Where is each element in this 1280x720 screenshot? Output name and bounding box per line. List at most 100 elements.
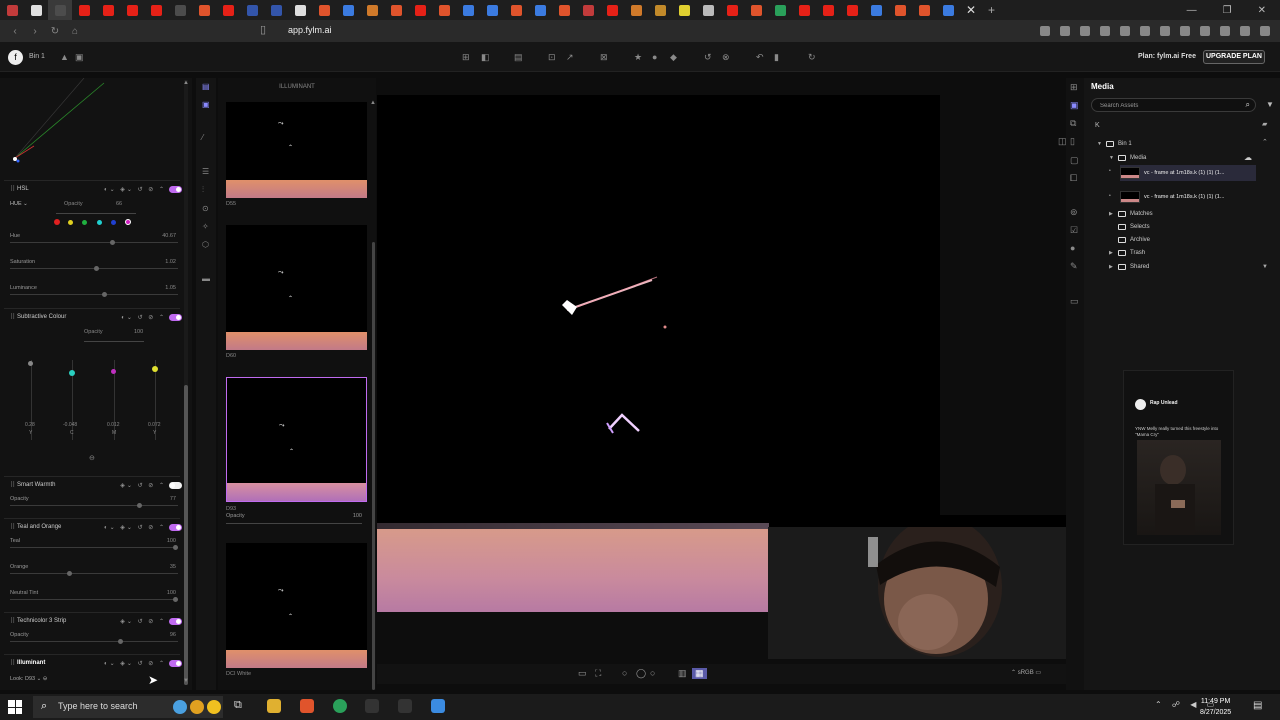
image-viewer[interactable]	[377, 95, 940, 525]
browser-tab[interactable]	[264, 0, 288, 20]
magic-icon[interactable]: ✧	[202, 222, 209, 231]
info-icon[interactable]: ●	[1070, 243, 1075, 253]
layer-hsl[interactable]: ⠿ HSL ◐⌄ ◈⌄ ↺ ⊘ ⌃	[10, 183, 182, 195]
neutral-tint-slider[interactable]: Neutral Tint 100	[10, 590, 178, 604]
browser-tab[interactable]	[744, 0, 768, 20]
crop-icon[interactable]: ⊡	[548, 52, 556, 63]
browser-tab[interactable]	[72, 0, 96, 20]
browser-tab[interactable]	[912, 0, 936, 20]
layer-smart-warmth[interactable]: ⠿ Smart Warmth ◈⌄ ↺ ⊘ ⌃	[10, 479, 182, 491]
tree-matches[interactable]: ▶ Matches	[1109, 208, 1153, 220]
expand-icon[interactable]: ▶	[1109, 211, 1114, 217]
scope-icon[interactable]: ▦	[692, 668, 707, 679]
tree-trash[interactable]: ▶ Trash	[1109, 247, 1145, 259]
slider-track[interactable]	[10, 505, 178, 506]
yellow-swatch[interactable]	[68, 220, 73, 225]
notification-icon[interactable]: ▤	[1253, 700, 1262, 711]
browser-tab[interactable]	[240, 0, 264, 20]
slider-track[interactable]	[10, 573, 178, 574]
link-icon[interactable]: ⊖	[89, 454, 95, 462]
extension-icon[interactable]	[1220, 26, 1230, 36]
circle-icon[interactable]: ●	[652, 52, 657, 62]
chat-icon[interactable]: ▢	[1070, 155, 1079, 166]
circle-large-icon[interactable]: ○	[650, 668, 655, 678]
layer-toggle[interactable]	[169, 481, 182, 489]
saturation-slider[interactable]: Saturation 1.02	[10, 259, 178, 273]
browser-tab[interactable]	[480, 0, 504, 20]
undo-icon[interactable]: ↶	[756, 52, 764, 63]
tag-icon[interactable]: ◆	[670, 52, 677, 63]
redo-icon[interactable]: ↻	[808, 52, 816, 63]
slider-knob[interactable]	[137, 503, 142, 508]
browser-tab[interactable]	[408, 0, 432, 20]
browser-tab[interactable]	[840, 0, 864, 20]
subtractive-opacity-slider[interactable]	[84, 341, 144, 342]
scroll-up-icon[interactable]: ▲	[370, 100, 376, 106]
folder-add-icon[interactable]: ▰	[1262, 120, 1267, 128]
forward-icon[interactable]: ›	[30, 26, 40, 37]
slider-track[interactable]	[10, 641, 178, 642]
smart-warmth-opacity-slider[interactable]: Opacity 77	[10, 496, 178, 510]
search-icon[interactable]: ⌕	[1246, 100, 1250, 110]
bookmark-tool-icon[interactable]: ⊗	[722, 52, 730, 63]
grid-icon[interactable]: ⊞	[462, 52, 470, 63]
hsl-mode-select[interactable]: HUE ⌄	[10, 201, 28, 207]
browser-tab[interactable]	[96, 0, 120, 20]
check-icon[interactable]: ☑	[1070, 225, 1078, 236]
chrome-icon[interactable]	[333, 699, 347, 713]
layer-toggle[interactable]	[169, 185, 182, 193]
taskbar-clock[interactable]: 11:49 PM 8/27/2025	[1200, 696, 1231, 718]
camera-icon[interactable]: ⊚	[1070, 207, 1078, 218]
back-icon[interactable]: ‹	[10, 26, 20, 37]
search-input[interactable]	[1100, 101, 1240, 110]
browser-tab[interactable]	[312, 0, 336, 20]
browser-tab[interactable]	[168, 0, 192, 20]
app-logo[interactable]: f	[8, 50, 23, 65]
close-tab-icon[interactable]: ✕	[960, 0, 982, 20]
look-opacity-slider[interactable]: Opacity 100	[226, 513, 366, 525]
project-name[interactable]: Bin 1	[29, 53, 45, 60]
layer-subtractive-colour[interactable]: ⠿ Subtractive Colour ◐⌄ ↺ ⊘ ⌃	[10, 311, 182, 323]
folder-icon[interactable]: ▤	[514, 52, 523, 63]
search-assets[interactable]: ⌕	[1091, 98, 1256, 112]
browser-tab[interactable]	[672, 0, 696, 20]
look-thumbnail[interactable]: ⤳ ⌃	[226, 225, 367, 350]
layer-toggle[interactable]	[169, 659, 182, 667]
upgrade-plan-button[interactable]: UPGRADE PLAN	[1203, 50, 1265, 64]
layers-icon[interactable]: ⧉	[1070, 118, 1076, 129]
apps-icon[interactable]: ⊞	[1070, 82, 1078, 93]
reset-icon[interactable]: ↺	[704, 52, 712, 63]
stack-icon[interactable]: ▬	[202, 274, 210, 283]
browser-tab[interactable]	[600, 0, 624, 20]
expand-icon[interactable]: ▼	[1097, 141, 1102, 147]
slider-knob[interactable]	[102, 292, 107, 297]
new-tab-icon[interactable]: +	[988, 3, 995, 17]
browser-tab[interactable]	[888, 0, 912, 20]
extension-icon[interactable]	[1260, 26, 1270, 36]
file-explorer-icon[interactable]	[267, 699, 281, 713]
task-view-icon[interactable]: ⧉	[234, 699, 242, 712]
red-swatch[interactable]	[54, 219, 60, 225]
color-space-select[interactable]: ⌃ sRGB ▭	[1011, 669, 1041, 676]
browser-tab[interactable]	[48, 0, 72, 20]
layer-toggle[interactable]	[169, 523, 182, 531]
save-icon[interactable]: ▣	[75, 52, 84, 63]
scroll-down-icon[interactable]: ▼	[1262, 264, 1268, 270]
palette-icon[interactable]: ⊙	[202, 204, 209, 213]
layer-technicolor[interactable]: ⠿ Technicolor 3 Strip ◈⌄ ↺ ⊘ ⌃	[10, 615, 182, 627]
layer-toggle[interactable]	[169, 313, 182, 321]
widget-icon[interactable]	[173, 700, 187, 714]
luminance-slider[interactable]: Luminance 1.05	[10, 285, 178, 299]
yellow-channel-handle-2[interactable]	[152, 366, 158, 372]
extension-icon[interactable]	[1120, 26, 1130, 36]
brave-browser-icon[interactable]	[300, 699, 314, 713]
browser-tab[interactable]	[336, 0, 360, 20]
layer-toggle[interactable]	[169, 617, 182, 625]
expand-icon[interactable]: ▶	[1109, 264, 1114, 270]
delete-icon[interactable]: ▮	[774, 52, 779, 63]
extension-icon[interactable]	[1080, 26, 1090, 36]
home-icon[interactable]: ⌂	[70, 26, 80, 37]
green-swatch[interactable]	[82, 220, 87, 225]
media-clip[interactable]: vc - frame at 1m18s.k (1) (1) (1...	[1120, 189, 1256, 205]
sliders-icon[interactable]: ☰	[202, 167, 209, 176]
